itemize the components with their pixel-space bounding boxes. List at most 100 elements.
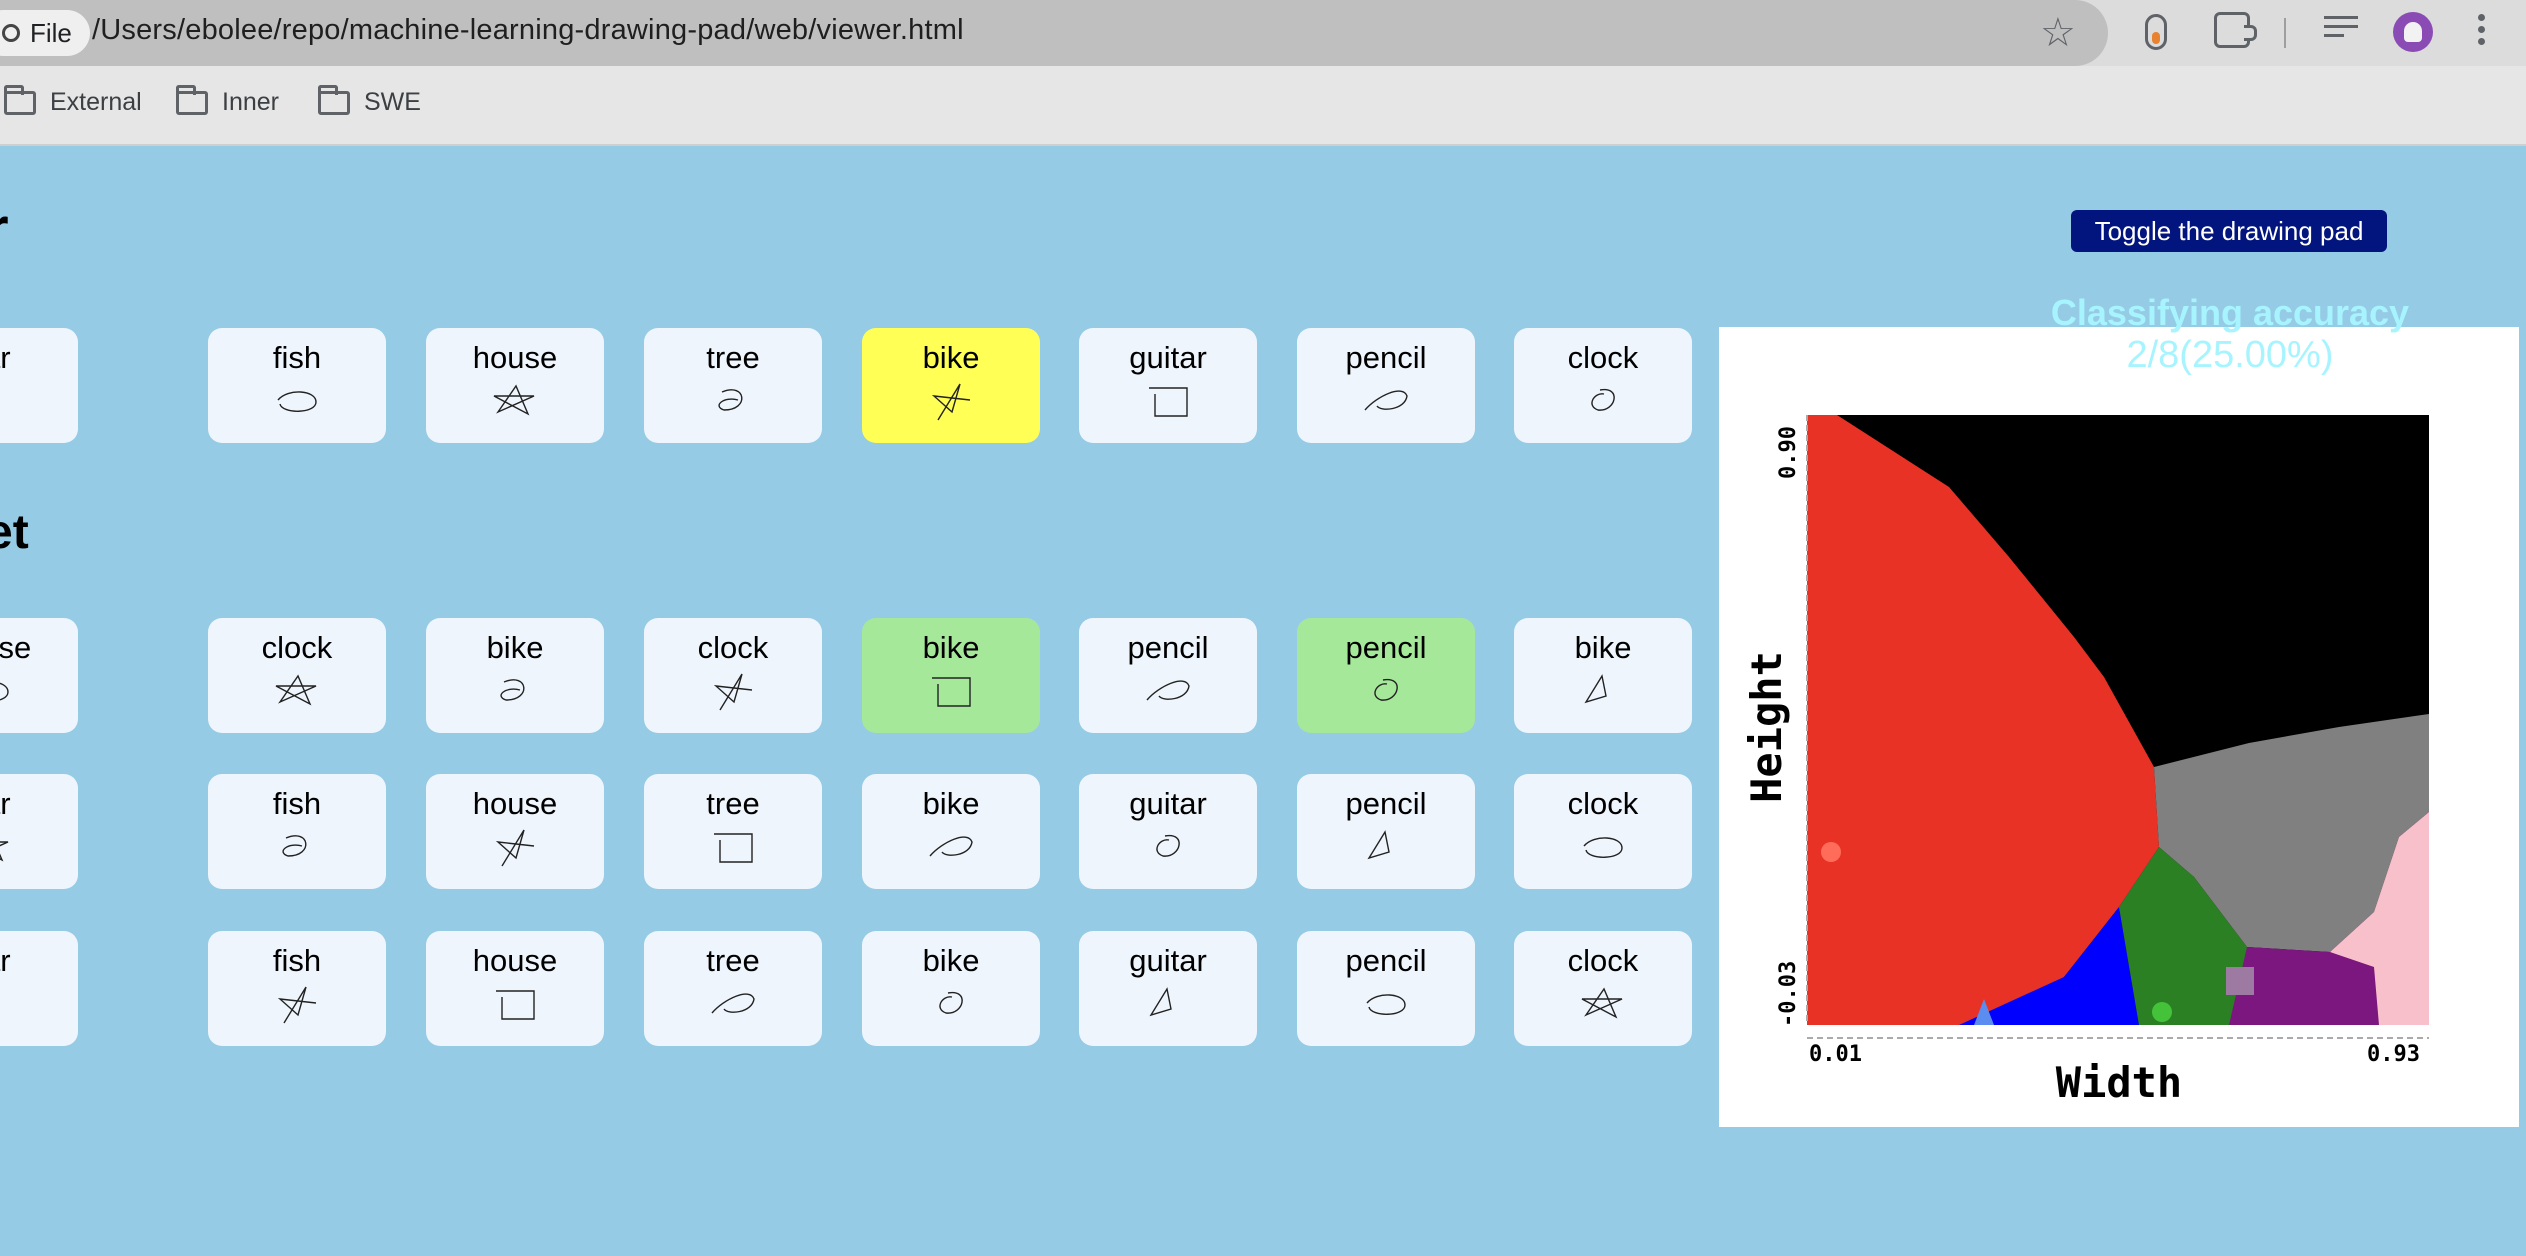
bookmarks-bar: External Inner SWE xyxy=(0,66,2526,146)
bookmark-label: Inner xyxy=(222,88,279,116)
sample-card[interactable]: fish xyxy=(208,931,386,1046)
sample-label: clock xyxy=(1567,786,1639,821)
sample-label: fish xyxy=(272,786,322,821)
sample-label: car xyxy=(0,786,11,821)
sample-label: house xyxy=(472,340,558,375)
bookmark-label: External xyxy=(50,88,142,116)
sketch-drawing xyxy=(1374,678,1398,701)
sketch-drawing xyxy=(939,991,963,1014)
bookmark-label: SWE xyxy=(364,88,421,116)
sample-card[interactable]: house xyxy=(426,931,604,1046)
sample-card[interactable]: clock xyxy=(1514,774,1692,889)
sample-card[interactable]: pencil xyxy=(1079,618,1257,733)
sketch-drawing xyxy=(0,979,28,1035)
sample-card[interactable]: tree xyxy=(644,774,822,889)
accuracy-title: Classifying accuracy xyxy=(2050,292,2410,333)
sample-card[interactable]: house xyxy=(0,618,78,733)
y-max-label: 0.90 xyxy=(1776,426,1801,479)
sketch-drawing xyxy=(493,384,535,416)
chart-canvas: 0.01 0.93 Width 0.90 -0.03 Height xyxy=(1742,415,2429,1107)
x-axis-label: Width xyxy=(2056,1058,2182,1107)
sample-card[interactable]: bike xyxy=(862,931,1040,1046)
media-control-icon[interactable] xyxy=(2324,16,2358,46)
sketch-drawing xyxy=(1581,987,1623,1019)
sample-card[interactable]: pencil xyxy=(1297,931,1475,1046)
sketch-drawing xyxy=(1367,830,1390,860)
sample-card[interactable]: bike xyxy=(426,618,604,733)
sample-label: guitar xyxy=(1129,786,1207,821)
sketch-drawing xyxy=(718,389,743,411)
sample-card[interactable]: car xyxy=(0,328,78,443)
sample-card[interactable]: guitar xyxy=(1079,774,1257,889)
toggle-drawing-pad-button[interactable]: Toggle the drawing pad xyxy=(2071,210,2387,252)
extension-icon[interactable] xyxy=(2145,14,2167,50)
sample-card[interactable]: bike xyxy=(862,328,1040,443)
y-min-label: -0.03 xyxy=(1776,961,1801,1027)
bookmark-folder-external[interactable]: External xyxy=(4,84,142,117)
y-axis-label: Height xyxy=(1742,651,1791,803)
extensions-puzzle-icon[interactable] xyxy=(2214,12,2257,48)
sketch-drawing xyxy=(1584,674,1607,704)
sketch-drawing xyxy=(282,835,307,857)
sample-card[interactable]: house xyxy=(426,774,604,889)
x-max-label: 0.93 xyxy=(2367,1042,2420,1067)
file-chip-label: File xyxy=(30,17,72,48)
sample-label: bike xyxy=(922,340,980,375)
sample-card[interactable]: tree xyxy=(644,328,822,443)
sketch-drawing xyxy=(1156,834,1180,857)
sample-card[interactable]: guitar xyxy=(1079,931,1257,1046)
sample-card[interactable]: clock xyxy=(208,618,386,733)
sample-card[interactable]: bike xyxy=(862,618,1040,733)
sample-label: bike xyxy=(922,943,980,978)
sample-label: clock xyxy=(261,630,333,665)
decision-boundary-chart: 0.01 0.93 Width 0.90 -0.03 Height xyxy=(1719,327,2519,1127)
sample-label: bike xyxy=(1574,630,1632,665)
sample-label: house xyxy=(472,943,558,978)
bookmark-star-icon[interactable]: ☆ xyxy=(2040,10,2076,56)
sample-card[interactable]: fish xyxy=(208,774,386,889)
sketch-drawing xyxy=(931,383,971,421)
address-bar[interactable]: File /Users/ebolee/repo/machine-learning… xyxy=(0,0,2108,66)
sketch-drawing xyxy=(713,673,753,711)
sample-card[interactable]: pencil xyxy=(1297,618,1475,733)
sample-card[interactable]: car xyxy=(0,931,78,1046)
sample-card[interactable]: guitar xyxy=(1079,328,1257,443)
url-text[interactable]: /Users/ebolee/repo/machine-learning-draw… xyxy=(92,14,964,47)
folder-icon xyxy=(176,84,208,115)
sketch-drawing xyxy=(0,376,28,432)
sample-card[interactable]: clock xyxy=(1514,931,1692,1046)
sample-card[interactable]: clock xyxy=(1514,328,1692,443)
sketch-drawing xyxy=(0,841,9,862)
sample-card[interactable]: fish xyxy=(208,328,386,443)
bookmark-folder-inner[interactable]: Inner xyxy=(176,84,279,117)
sample-label: clock xyxy=(1567,340,1639,375)
sketch-drawing xyxy=(1366,994,1406,1015)
profile-avatar[interactable] xyxy=(2393,12,2433,52)
bookmark-folder-swe[interactable]: SWE xyxy=(318,84,421,117)
browser-toolbar: File /Users/ebolee/repo/machine-learning… xyxy=(0,0,2526,66)
sketch-drawing xyxy=(929,836,973,857)
sample-card[interactable]: pencil xyxy=(1297,774,1475,889)
sample-label: car xyxy=(0,340,11,375)
sketch-drawing xyxy=(1364,390,1408,411)
sample-label: fish xyxy=(272,943,322,978)
sketch-drawing xyxy=(0,682,9,701)
more-menu-icon[interactable] xyxy=(2478,14,2486,50)
sample-card[interactable]: bike xyxy=(862,774,1040,889)
file-scheme-chip[interactable]: File xyxy=(0,10,90,56)
sample-card[interactable]: car xyxy=(0,774,78,889)
sample-card[interactable]: pencil xyxy=(1297,328,1475,443)
sketch-drawing xyxy=(1149,387,1188,417)
sample-card[interactable]: house xyxy=(426,328,604,443)
sample-label: clock xyxy=(1567,943,1639,978)
sketch-drawing xyxy=(277,391,317,412)
sample-card[interactable]: tree xyxy=(644,931,822,1046)
sample-label: bike xyxy=(922,630,980,665)
sample-label: clock xyxy=(697,630,769,665)
accuracy-value: 2/8(25.00%) xyxy=(2126,334,2334,376)
sample-card[interactable]: bike xyxy=(1514,618,1692,733)
sample-label: car xyxy=(0,943,11,978)
sample-card[interactable]: clock xyxy=(644,618,822,733)
sample-label: guitar xyxy=(1129,943,1207,978)
sample-label: guitar xyxy=(1129,340,1207,375)
